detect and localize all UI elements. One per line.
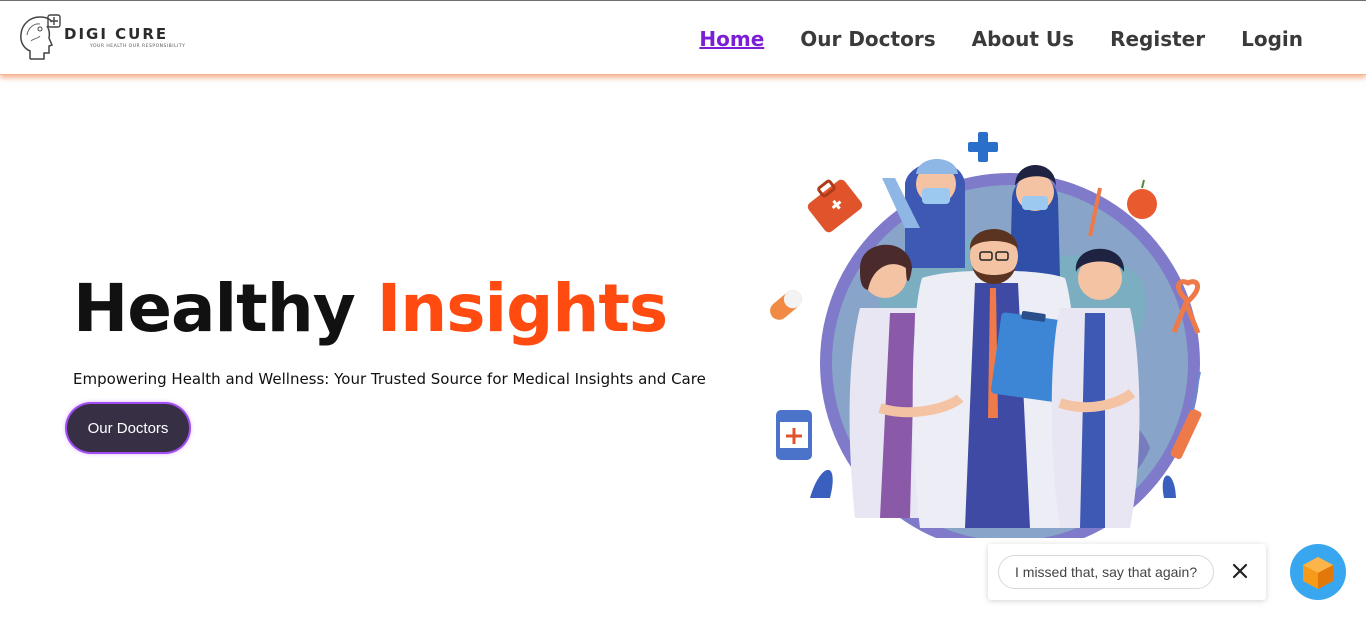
brand-name: DIGI CURE — [64, 25, 169, 43]
nav-home[interactable]: Home — [699, 27, 764, 51]
navbar: DIGI CURE YOUR HEALTH OUR RESPONSIBILITY… — [0, 1, 1366, 75]
our-doctors-button[interactable]: Our Doctors — [67, 404, 189, 452]
cube-icon — [1303, 557, 1333, 589]
hero-title: Healthy Insights — [73, 270, 669, 347]
nav-register[interactable]: Register — [1110, 27, 1205, 51]
nav-about-us[interactable]: About Us — [972, 27, 1074, 51]
chat-message: I missed that, say that again? — [998, 555, 1215, 589]
logo[interactable]: DIGI CURE YOUR HEALTH OUR RESPONSIBILITY — [18, 11, 188, 63]
chat-popup: I missed that, say that again? — [988, 544, 1266, 600]
hero-subtitle: Empowering Health and Wellness: Your Tru… — [73, 370, 706, 388]
doctors-illustration — [770, 132, 1202, 538]
main-nav: Home Our Doctors About Us Register Login — [699, 27, 1303, 51]
nav-our-doctors[interactable]: Our Doctors — [800, 27, 935, 51]
hero-title-main: Healthy — [73, 270, 356, 347]
close-icon[interactable] — [1226, 557, 1254, 585]
head-plus-icon — [20, 14, 61, 60]
brand-tagline: YOUR HEALTH OUR RESPONSIBILITY — [90, 44, 186, 49]
hero-title-accent: Insights — [376, 270, 669, 347]
nav-login[interactable]: Login — [1241, 27, 1303, 51]
chat-launcher-button[interactable] — [1290, 544, 1346, 600]
